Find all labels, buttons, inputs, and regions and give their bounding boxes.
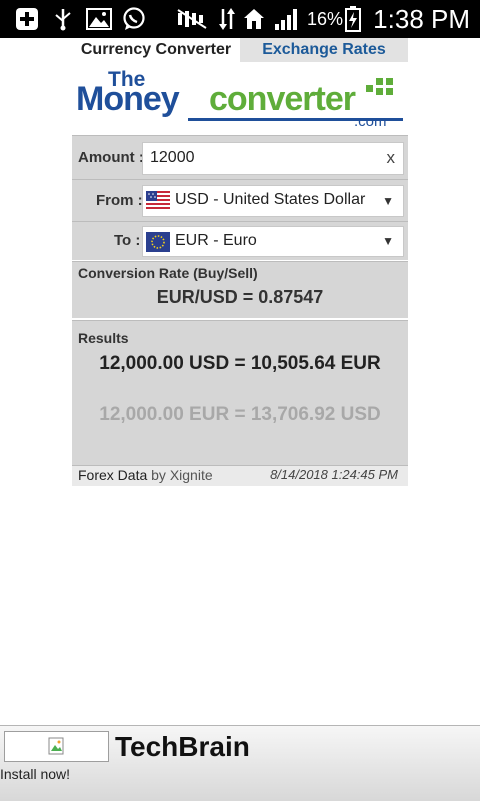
forex-data-link[interactable]: Forex Data [78,467,147,483]
tab-exchange-rates[interactable]: Exchange Rates [240,38,408,62]
results-panel: Results 12,000.00 USD = 10,505.64 EUR 12… [72,320,408,465]
to-currency-value: EUR - Euro [175,232,257,249]
tab-currency-converter[interactable]: Currency Converter [72,38,240,62]
to-row: To : EUR - Euro ▼ [72,221,408,260]
chevron-down-icon: ▼ [382,194,394,208]
conversion-rate-value: EUR/USD = 0.87547 [156,287,324,307]
usb-icon [52,7,74,31]
money-converter-logo: The Money converter .com [76,66,406,132]
chevron-down-icon: ▼ [382,234,394,248]
from-currency-value: USD - United States Dollar [175,191,366,208]
whatsapp-icon [121,7,147,31]
to-currency-select[interactable]: EUR - Euro ▼ [142,226,404,257]
logo-converter: converter [209,80,356,118]
forex-provider: by Xignite [151,467,213,483]
forex-footer: Forex Data by Xignite 8/14/2018 1:24:45 … [72,465,408,486]
eu-flag-icon [146,232,170,252]
add-icon [14,7,40,31]
us-flag-icon [146,191,170,211]
to-label: To : [114,232,141,249]
from-currency-select[interactable]: USD - United States Dollar ▼ [142,185,404,217]
clock: 1:38 PM [373,4,470,34]
broken-image-icon [48,737,64,755]
rate-timestamp: 8/14/2018 1:24:45 PM [270,467,398,482]
conversion-rate-panel: Conversion Rate (Buy/Sell) EUR/USD = 0.8… [72,261,408,318]
amount-input[interactable]: 12000 x [142,142,404,175]
conversion-rate-title: Conversion Rate (Buy/Sell) [78,265,258,281]
results-title: Results [78,330,129,346]
logo-money: Money [76,80,180,118]
home-icon [242,7,266,31]
result-secondary: 12,000.00 EUR = 13,706.92 USD [99,404,381,425]
logo-dotcom: .com [354,113,387,130]
logo-squares-icon [366,77,402,99]
data-transfer-icon [218,7,236,31]
battery-percent: 16% [307,9,344,29]
battery-icon [343,6,363,32]
forex-data-credit: Forex Data by Xignite [78,467,213,483]
amount-value: 12000 [150,149,195,166]
from-row: From : USD - United States Dollar ▼ [72,179,408,221]
image-icon [86,7,112,31]
ad-install-link[interactable]: Install now! [0,766,70,782]
clear-amount-button[interactable]: x [387,148,396,168]
amount-label: Amount : [78,149,144,166]
signal-icon [272,7,300,31]
ad-image-placeholder[interactable] [4,731,109,762]
from-label: From : [96,192,143,209]
ad-banner[interactable]: TechBrain Install now! [0,725,480,801]
status-bar: 16% 1:38 PM [0,0,480,38]
amount-row: Amount : 12000 x [72,135,408,179]
tab-bar: Currency Converter Exchange Rates [72,38,408,62]
ad-app-name[interactable]: TechBrain [115,731,250,763]
mute-icon [176,7,210,31]
result-primary: 12,000.00 USD = 10,505.64 EUR [99,353,381,374]
